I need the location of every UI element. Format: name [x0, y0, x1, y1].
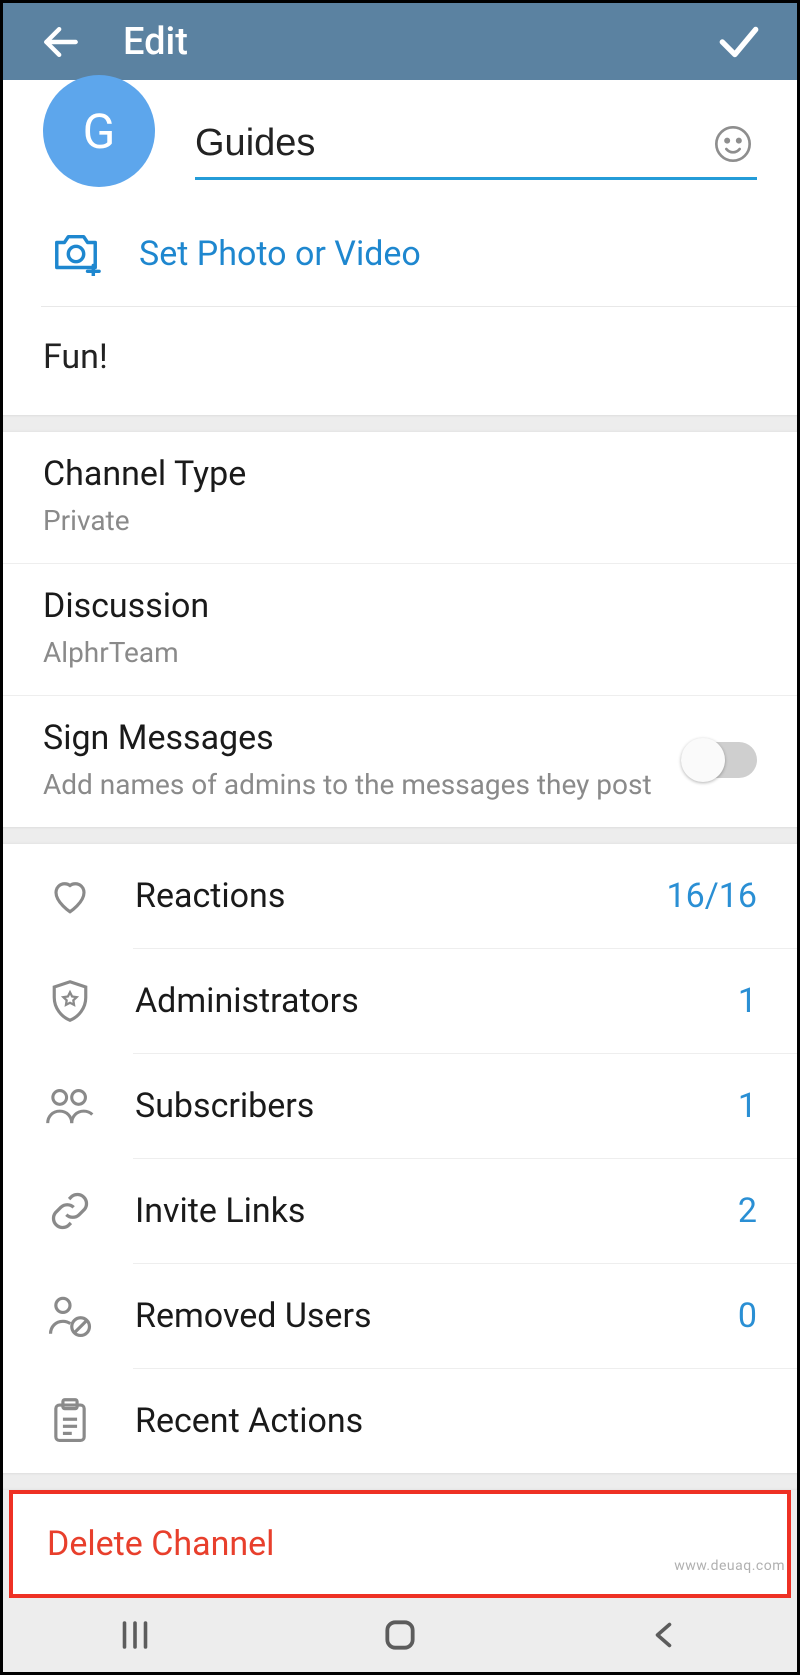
link-icon — [48, 1189, 92, 1233]
settings-block: Channel Type Private Discussion AlphrTea… — [3, 432, 797, 827]
delete-channel-button[interactable]: Delete Channel — [9, 1490, 791, 1598]
list-value: 16/16 — [667, 876, 757, 916]
profile-block: G Set Photo or Video Fun! — [3, 80, 797, 415]
setting-title: Discussion — [43, 586, 757, 626]
page-title: Edit — [123, 20, 709, 64]
section-gap — [3, 827, 797, 844]
delete-channel-label: Delete Channel — [47, 1524, 753, 1564]
header: Edit — [3, 3, 797, 80]
list-value: 1 — [738, 1086, 757, 1126]
list-value: 0 — [738, 1296, 757, 1336]
list-label: Invite Links — [135, 1191, 738, 1231]
list-value: 2 — [738, 1191, 757, 1231]
nav-home-button[interactable] — [340, 1605, 460, 1665]
setting-title: Channel Type — [43, 454, 757, 494]
nav-recent-button[interactable] — [75, 1605, 195, 1665]
list-label: Reactions — [135, 876, 667, 916]
setting-subtitle: Add names of admins to the messages they… — [43, 768, 681, 801]
clipboard-icon — [50, 1398, 90, 1444]
setting-subtitle: Private — [43, 504, 757, 537]
recent-icon — [117, 1617, 153, 1653]
list-label: Subscribers — [135, 1086, 738, 1126]
emoji-button[interactable] — [709, 120, 757, 168]
recent-actions-row[interactable]: Recent Actions — [3, 1369, 797, 1473]
section-gap — [3, 415, 797, 432]
check-icon — [714, 17, 764, 67]
list-value: 1 — [738, 981, 757, 1021]
confirm-button[interactable] — [709, 12, 769, 72]
shield-star-icon — [49, 978, 91, 1024]
administrators-row[interactable]: Administrators 1 — [3, 949, 797, 1053]
name-input-wrap — [195, 110, 757, 180]
channel-type-row[interactable]: Channel Type Private — [3, 432, 797, 564]
nav-back-button[interactable] — [605, 1605, 725, 1665]
smiley-icon — [713, 124, 753, 164]
reactions-row[interactable]: Reactions 16/16 — [3, 844, 797, 948]
watermark: www.deuaq.com — [674, 1558, 785, 1574]
section-gap — [3, 1473, 797, 1490]
heart-icon — [49, 875, 91, 917]
discussion-row[interactable]: Discussion AlphrTeam — [3, 564, 797, 696]
list-label: Administrators — [135, 981, 738, 1021]
profile-row: G — [3, 80, 797, 210]
management-block: Reactions 16/16 Administrators 1 Subscri… — [3, 844, 797, 1473]
removed-users-row[interactable]: Removed Users 0 — [3, 1264, 797, 1368]
set-photo-button[interactable]: Set Photo or Video — [3, 210, 797, 306]
arrow-left-icon — [39, 20, 83, 64]
invite-links-row[interactable]: Invite Links 2 — [3, 1159, 797, 1263]
setting-subtitle: AlphrTeam — [43, 636, 757, 669]
back-button[interactable] — [31, 12, 91, 72]
chevron-left-icon — [647, 1617, 683, 1653]
list-label: Recent Actions — [135, 1401, 757, 1441]
home-icon — [381, 1616, 419, 1654]
channel-name-input[interactable] — [195, 122, 709, 165]
user-blocked-icon — [47, 1294, 93, 1338]
subscribers-row[interactable]: Subscribers 1 — [3, 1054, 797, 1158]
camera-plus-icon — [51, 232, 101, 276]
channel-description[interactable]: Fun! — [3, 307, 797, 415]
list-label: Removed Users — [135, 1296, 738, 1336]
set-photo-label: Set Photo or Video — [139, 234, 421, 274]
setting-title: Sign Messages — [43, 718, 681, 758]
system-navbar — [3, 1598, 797, 1672]
sign-messages-toggle[interactable] — [681, 742, 757, 778]
avatar[interactable]: G — [43, 75, 155, 187]
sign-messages-row[interactable]: Sign Messages Add names of admins to the… — [3, 696, 797, 827]
people-icon — [46, 1086, 94, 1126]
